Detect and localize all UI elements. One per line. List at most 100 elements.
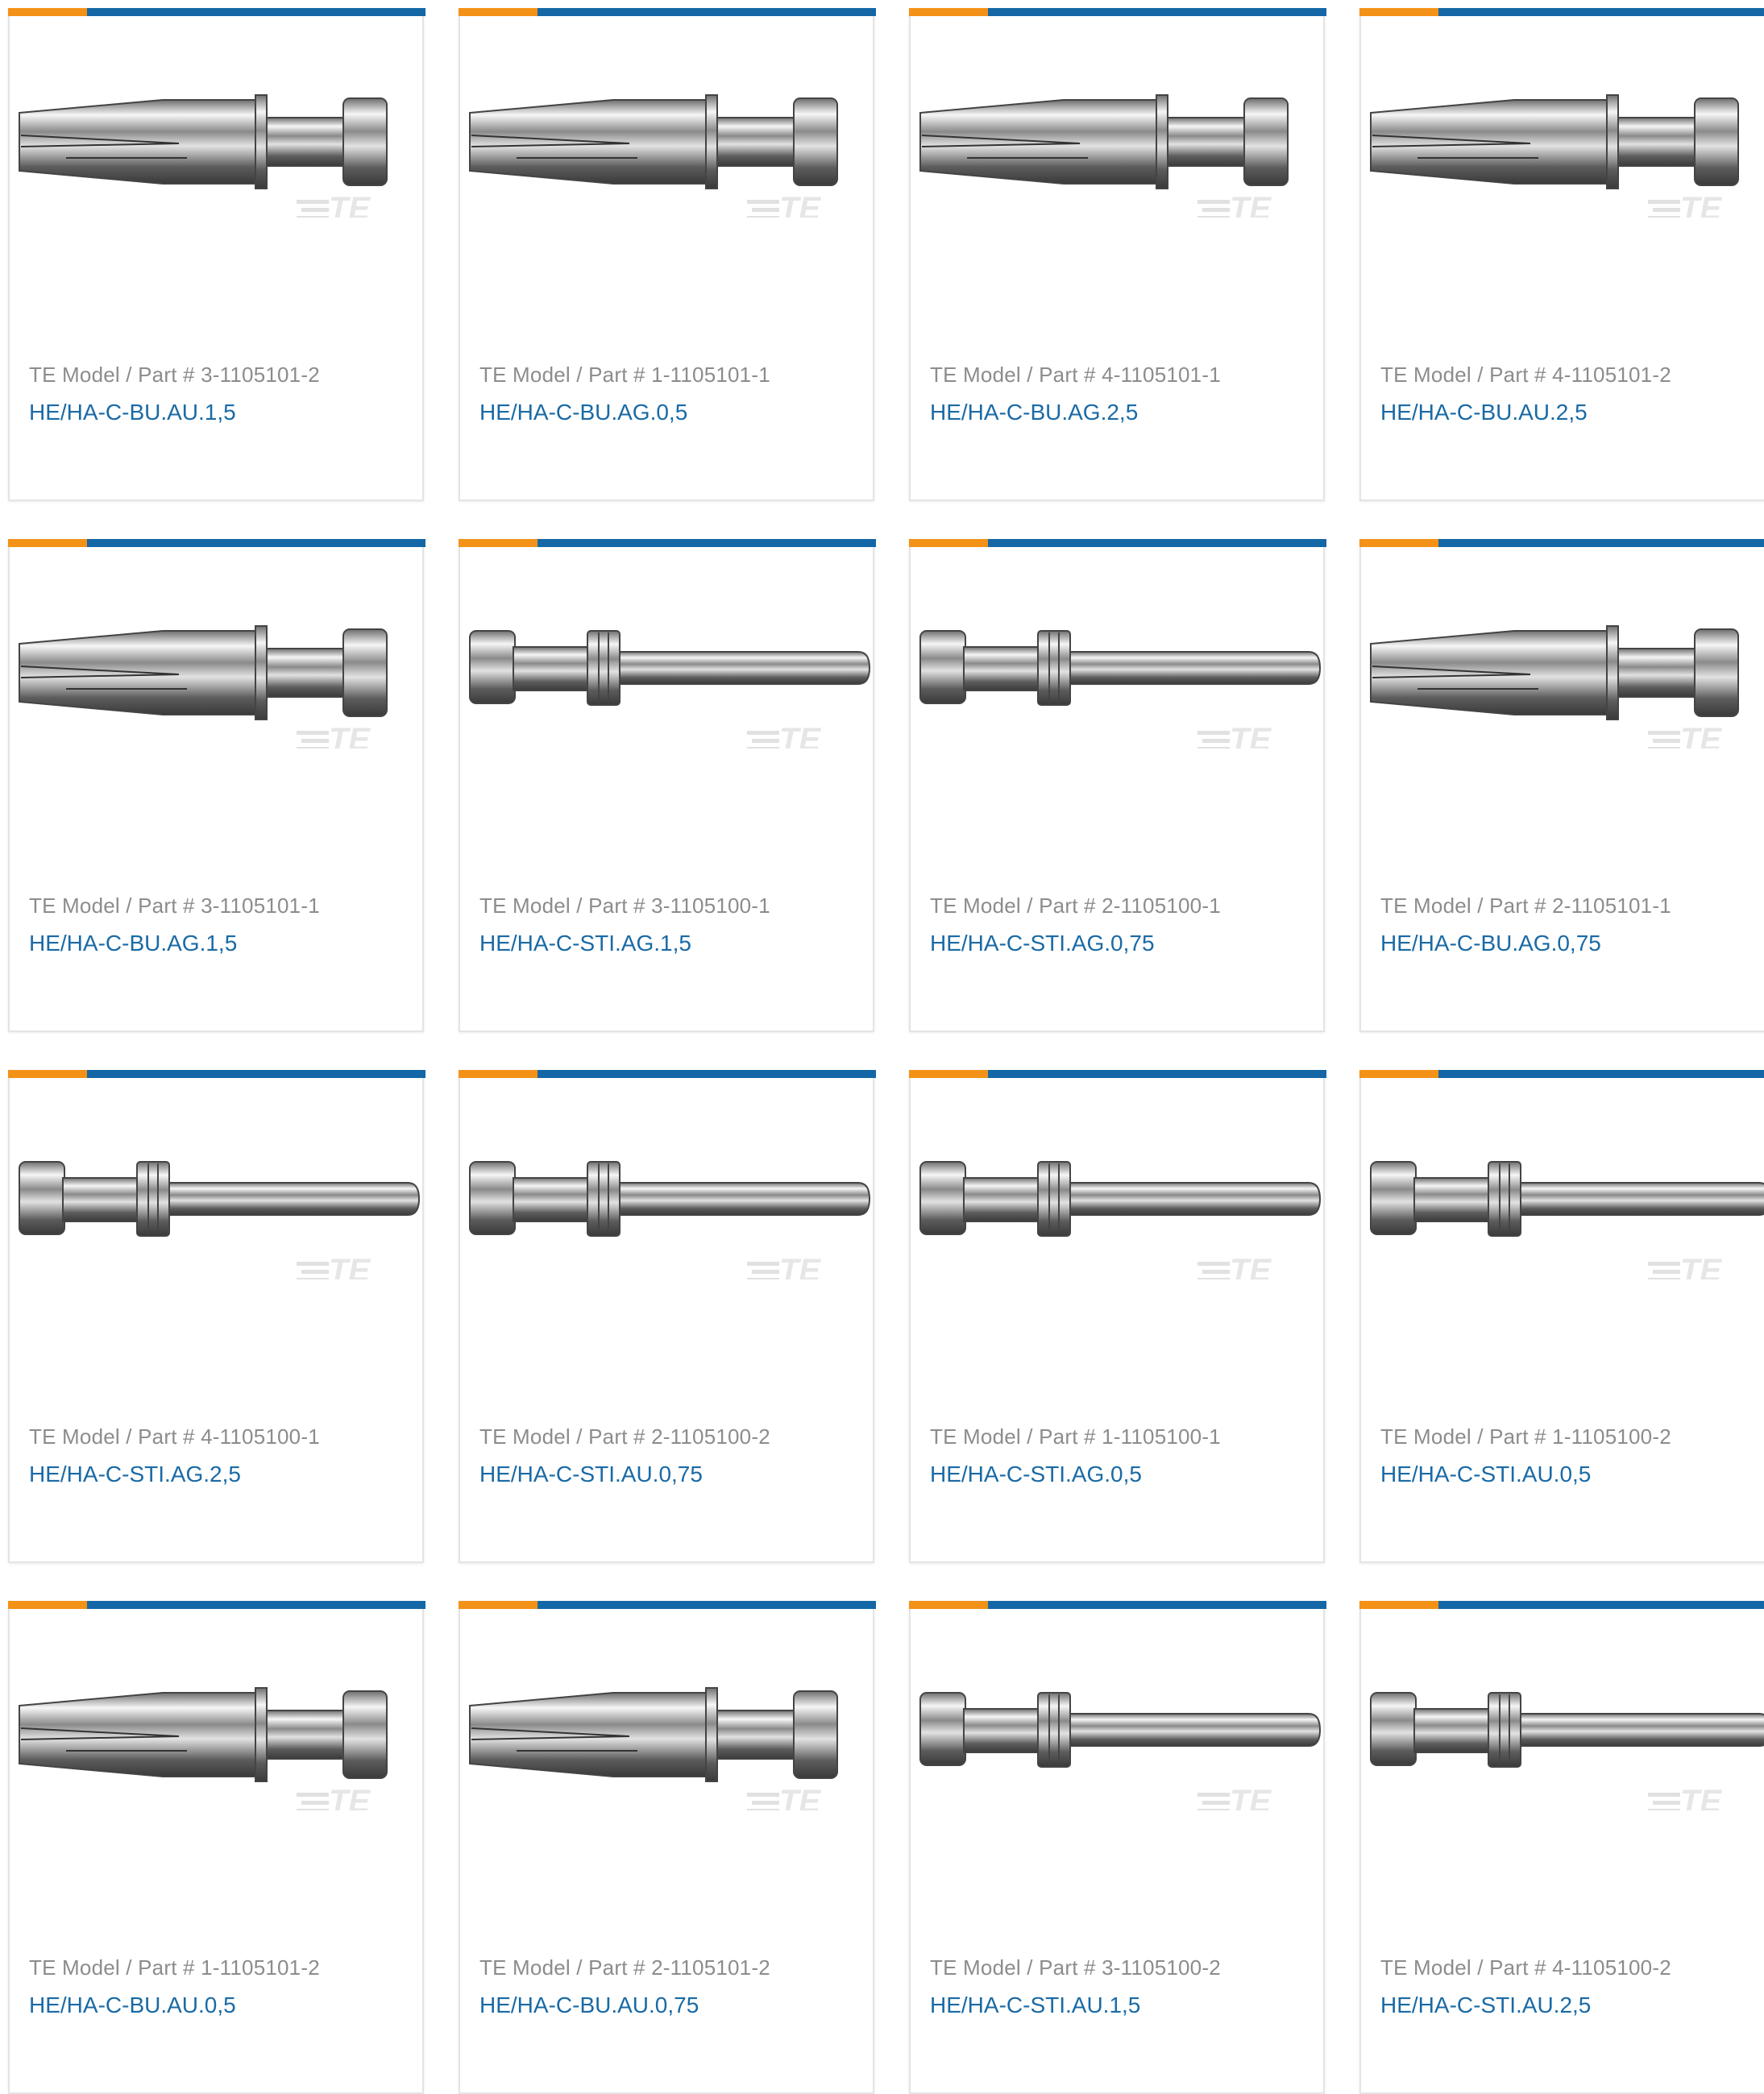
product-model-link[interactable]: HE/HA-C-BU.AG.1,5 (29, 931, 237, 956)
part-number-label: TE Model / Part # 2-1105100-1 (930, 894, 1221, 918)
product-image[interactable]: TE (18, 1673, 421, 1810)
card-accent-orange (909, 1070, 988, 1078)
product-card[interactable]: TE TE Model / Part # 4-1105100-2 HE/HA-C… (1359, 1601, 1764, 2094)
part-number-label: TE Model / Part # 2-1105101-2 (479, 1955, 770, 1980)
product-model-link[interactable]: HE/HA-C-BU.AG.0,5 (479, 400, 687, 425)
te-logo-watermark: TE (1648, 722, 1722, 748)
svg-text:TE: TE (1230, 722, 1272, 748)
product-model-link[interactable]: HE/HA-C-BU.AU.0,5 (29, 1992, 236, 2018)
product-model-link[interactable]: HE/HA-C-STI.AG.1,5 (479, 931, 691, 956)
card-accent-orange (8, 539, 87, 547)
product-card[interactable]: TE TE Model / Part # 1-1105101-1 HE/HA-C… (459, 8, 876, 501)
product-card[interactable]: TE TE Model / Part # 3-1105101-1 HE/HA-C… (8, 539, 425, 1032)
svg-text:TE: TE (329, 1253, 371, 1279)
te-logo-watermark: TE (1197, 1253, 1272, 1279)
product-card[interactable]: TE TE Model / Part # 2-1105100-1 HE/HA-C… (909, 539, 1326, 1032)
svg-text:TE: TE (1230, 1253, 1272, 1279)
part-number-label: TE Model / Part # 1-1105101-1 (479, 363, 770, 387)
product-grid: TE TE Model / Part # 3-1105101-2 HE/HA-C… (0, 0, 1764, 2094)
card-accent-bar (459, 539, 876, 547)
product-model-link[interactable]: HE/HA-C-BU.AG.2,5 (930, 400, 1138, 425)
product-image[interactable]: TE (18, 81, 421, 218)
card-accent-bar (1359, 1070, 1764, 1078)
product-image[interactable]: TE (1369, 1673, 1764, 1810)
product-image[interactable]: TE (1369, 612, 1764, 748)
svg-text:TE: TE (1230, 191, 1272, 218)
product-image[interactable]: TE (919, 612, 1322, 748)
product-model-link[interactable]: HE/HA-C-STI.AG.0,5 (930, 1462, 1142, 1487)
card-accent-bar (909, 539, 1326, 547)
part-number-label: TE Model / Part # 1-1105101-2 (29, 1955, 320, 1980)
card-accent-orange (909, 8, 988, 16)
card-accent-bar (459, 1070, 876, 1078)
te-logo-watermark: TE (747, 722, 821, 748)
card-accent-bar (8, 8, 425, 16)
part-number-label: TE Model / Part # 4-1105100-1 (29, 1424, 320, 1449)
te-logo-watermark: TE (1197, 1784, 1272, 1810)
card-accent-bar (1359, 539, 1764, 547)
product-model-link[interactable]: HE/HA-C-STI.AU.0,5 (1380, 1462, 1591, 1487)
product-card[interactable]: TE TE Model / Part # 3-1105101-2 HE/HA-C… (8, 8, 425, 501)
card-accent-orange (459, 539, 538, 547)
product-model-link[interactable]: HE/HA-C-BU.AU.2,5 (1380, 400, 1588, 425)
product-image[interactable]: TE (1369, 81, 1764, 218)
card-accent-bar (909, 1070, 1326, 1078)
svg-text:TE: TE (779, 1253, 821, 1279)
product-image[interactable]: TE (18, 612, 421, 748)
part-number-label: TE Model / Part # 1-1105100-2 (1380, 1424, 1671, 1449)
card-accent-orange (459, 1070, 538, 1078)
svg-text:TE: TE (779, 1784, 821, 1810)
part-number-label: TE Model / Part # 4-1105101-1 (930, 363, 1221, 387)
product-model-link[interactable]: HE/HA-C-STI.AU.1,5 (930, 1992, 1140, 2018)
card-accent-orange (909, 1601, 988, 1609)
card-accent-orange (1359, 1070, 1438, 1078)
product-image[interactable]: TE (468, 81, 871, 218)
product-image[interactable]: TE (919, 81, 1322, 218)
card-accent-orange (1359, 1601, 1438, 1609)
part-number-label: TE Model / Part # 4-1105101-2 (1380, 363, 1671, 387)
product-card[interactable]: TE TE Model / Part # 1-1105100-2 HE/HA-C… (1359, 1070, 1764, 1563)
card-accent-bar (1359, 1601, 1764, 1609)
part-number-label: TE Model / Part # 3-1105101-1 (29, 894, 320, 918)
product-model-link[interactable]: HE/HA-C-BU.AU.1,5 (29, 400, 236, 425)
part-number-label: TE Model / Part # 3-1105100-1 (479, 894, 770, 918)
product-image[interactable]: TE (468, 612, 871, 748)
product-model-link[interactable]: HE/HA-C-STI.AU.0,75 (479, 1462, 703, 1487)
te-logo-watermark: TE (747, 1784, 821, 1810)
product-card[interactable]: TE TE Model / Part # 2-1105101-1 HE/HA-C… (1359, 539, 1764, 1032)
product-card[interactable]: TE TE Model / Part # 3-1105100-2 HE/HA-C… (909, 1601, 1326, 2094)
te-logo-watermark: TE (747, 191, 821, 218)
product-model-link[interactable]: HE/HA-C-STI.AG.2,5 (29, 1462, 241, 1487)
card-accent-bar (8, 1601, 425, 1609)
product-image[interactable]: TE (468, 1673, 871, 1810)
product-model-link[interactable]: HE/HA-C-BU.AU.0,75 (479, 1992, 699, 2018)
product-image[interactable]: TE (919, 1142, 1322, 1279)
product-card[interactable]: TE TE Model / Part # 4-1105100-1 HE/HA-C… (8, 1070, 425, 1563)
card-accent-bar (459, 8, 876, 16)
svg-text:TE: TE (329, 191, 371, 218)
part-number-label: TE Model / Part # 2-1105100-2 (479, 1424, 770, 1449)
product-card[interactable]: TE TE Model / Part # 4-1105101-1 HE/HA-C… (909, 8, 1326, 501)
product-model-link[interactable]: HE/HA-C-STI.AG.0,75 (930, 931, 1155, 956)
product-card[interactable]: TE TE Model / Part # 3-1105100-1 HE/HA-C… (459, 539, 876, 1032)
card-accent-orange (8, 8, 87, 16)
product-card[interactable]: TE TE Model / Part # 1-1105100-1 HE/HA-C… (909, 1070, 1326, 1563)
part-number-label: TE Model / Part # 2-1105101-1 (1380, 894, 1671, 918)
product-model-link[interactable]: HE/HA-C-STI.AU.2,5 (1380, 1992, 1591, 2018)
part-number-label: TE Model / Part # 4-1105100-2 (1380, 1955, 1671, 1980)
product-model-link[interactable]: HE/HA-C-BU.AG.0,75 (1380, 931, 1601, 956)
te-logo-watermark: TE (1648, 191, 1722, 218)
product-card[interactable]: TE TE Model / Part # 1-1105101-2 HE/HA-C… (8, 1601, 425, 2094)
part-number-label: TE Model / Part # 3-1105101-2 (29, 363, 320, 387)
product-image[interactable]: TE (1369, 1142, 1764, 1279)
product-image[interactable]: TE (18, 1142, 421, 1279)
product-card[interactable]: TE TE Model / Part # 4-1105101-2 HE/HA-C… (1359, 8, 1764, 501)
product-card[interactable]: TE TE Model / Part # 2-1105100-2 HE/HA-C… (459, 1070, 876, 1563)
product-image[interactable]: TE (919, 1673, 1322, 1810)
card-accent-bar (8, 539, 425, 547)
product-image[interactable]: TE (468, 1142, 871, 1279)
card-accent-bar (909, 1601, 1326, 1609)
svg-text:TE: TE (1680, 1784, 1722, 1810)
part-number-label: TE Model / Part # 1-1105100-1 (930, 1424, 1221, 1449)
product-card[interactable]: TE TE Model / Part # 2-1105101-2 HE/HA-C… (459, 1601, 876, 2094)
